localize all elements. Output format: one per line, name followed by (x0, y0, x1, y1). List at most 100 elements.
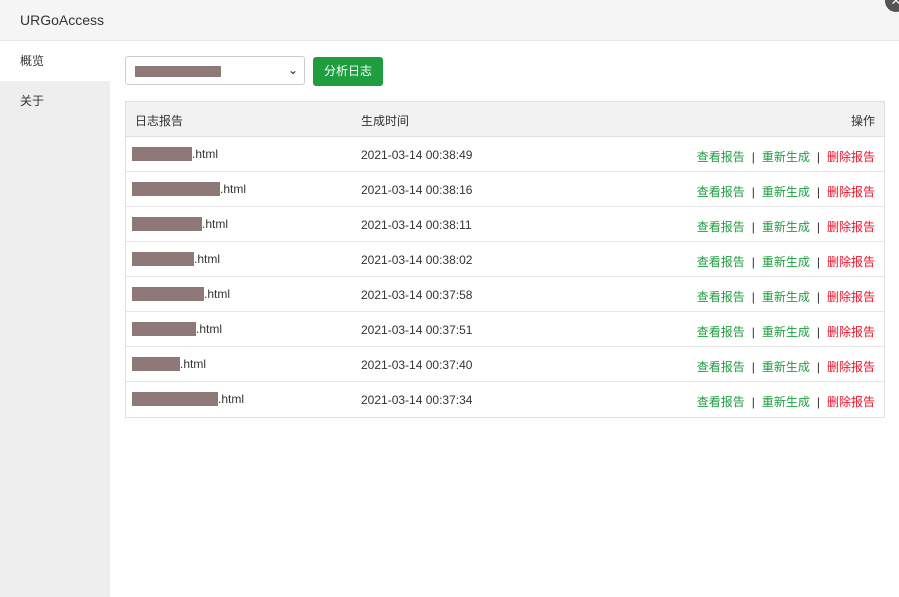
regenerate-link[interactable]: 重新生成 (762, 150, 810, 164)
filename-suffix: .html (220, 182, 247, 196)
row-actions: 查看报告 | 重新生成 | 删除报告 (697, 288, 875, 305)
report-filename: .html (132, 322, 222, 336)
regenerate-link[interactable]: 重新生成 (762, 185, 810, 199)
table-header: 日志报告 生成时间 操作 (126, 102, 884, 137)
redacted-text (132, 287, 204, 301)
separator: | (816, 255, 820, 269)
sidebar-item-label: 概览 (20, 54, 45, 68)
header-report: 日志报告 (135, 114, 184, 128)
separator: | (751, 150, 755, 164)
filename-suffix: .html (192, 147, 219, 161)
report-time: 2021-03-14 00:37:34 (361, 393, 473, 407)
report-time: 2021-03-14 00:38:16 (361, 183, 473, 197)
separator: | (751, 185, 755, 199)
report-filename: .html (132, 217, 228, 231)
report-time: 2021-03-14 00:38:11 (361, 218, 472, 232)
separator: | (751, 290, 755, 304)
report-time: 2021-03-14 00:37:40 (361, 358, 473, 372)
chevron-down-icon: ⌄ (287, 63, 298, 77)
log-file-select[interactable]: ⌄ (125, 56, 305, 85)
delete-report-link[interactable]: 删除报告 (827, 325, 875, 339)
redacted-text (132, 252, 194, 266)
row-actions: 查看报告 | 重新生成 | 删除报告 (697, 148, 875, 165)
sidebar-item-overview[interactable]: 概览 (0, 41, 110, 81)
delete-report-link[interactable]: 删除报告 (827, 255, 875, 269)
separator: | (816, 360, 820, 374)
table-row: .html 2021-03-14 00:37:40 查看报告 | 重新生成 | 删除报告 (126, 347, 884, 382)
view-report-link[interactable]: 查看报告 (697, 150, 745, 164)
row-actions: 查看报告 | 重新生成 | 删除报告 (697, 358, 875, 375)
report-table: 日志报告 生成时间 操作 .html 2021-03-14 00:38:49 查看报… (125, 101, 885, 418)
report-time: 2021-03-14 00:38:49 (361, 148, 473, 162)
separator: | (816, 150, 820, 164)
table-row: .html 2021-03-14 00:38:16 查看报告 | 重新生成 | 删除报告 (126, 172, 884, 207)
filename-suffix: .html (194, 252, 221, 266)
header-time: 生成时间 (361, 114, 410, 128)
table-row: .html 2021-03-14 00:37:58 查看报告 | 重新生成 | 删除报告 (126, 277, 884, 312)
separator: | (751, 325, 755, 339)
separator: | (816, 325, 820, 339)
row-actions: 查看报告 | 重新生成 | 删除报告 (697, 183, 875, 200)
filename-suffix: .html (196, 322, 223, 336)
main-panel: ⌄ 分析日志 日志报告 生成时间 操作 .html 2021-03-14 00:3… (110, 41, 899, 597)
redacted-text (132, 392, 218, 406)
separator: | (816, 220, 820, 234)
app-title: URGoAccess (20, 12, 105, 28)
view-report-link[interactable]: 查看报告 (697, 325, 745, 339)
row-actions: 查看报告 | 重新生成 | 删除报告 (697, 253, 875, 270)
analyze-log-button[interactable]: 分析日志 (313, 57, 383, 86)
redacted-text (132, 147, 192, 161)
regenerate-link[interactable]: 重新生成 (762, 290, 810, 304)
regenerate-link[interactable]: 重新生成 (762, 220, 810, 234)
redacted-text (135, 66, 221, 77)
title-bar: URGoAccess (0, 0, 899, 41)
report-filename: .html (132, 147, 218, 161)
table-row: .html 2021-03-14 00:38:02 查看报告 | 重新生成 | 删除报告 (126, 242, 884, 277)
filename-suffix: .html (180, 357, 207, 371)
sidebar-item-label: 关于 (20, 94, 45, 108)
view-report-link[interactable]: 查看报告 (697, 255, 745, 269)
regenerate-link[interactable]: 重新生成 (762, 255, 810, 269)
report-time: 2021-03-14 00:37:51 (361, 323, 473, 337)
delete-report-link[interactable]: 删除报告 (827, 185, 875, 199)
report-filename: .html (132, 252, 220, 266)
redacted-text (132, 182, 220, 196)
report-time: 2021-03-14 00:37:58 (361, 288, 473, 302)
delete-report-link[interactable]: 删除报告 (827, 290, 875, 304)
filename-suffix: .html (204, 287, 231, 301)
redacted-text (132, 217, 202, 231)
regenerate-link[interactable]: 重新生成 (762, 325, 810, 339)
separator: | (751, 220, 755, 234)
table-row: .html 2021-03-14 00:37:34 查看报告 | 重新生成 | 删除报告 (126, 382, 884, 417)
view-report-link[interactable]: 查看报告 (697, 360, 745, 374)
separator: | (816, 290, 820, 304)
filename-suffix: .html (202, 217, 229, 231)
view-report-link[interactable]: 查看报告 (697, 220, 745, 234)
regenerate-link[interactable]: 重新生成 (762, 360, 810, 374)
regenerate-link[interactable]: 重新生成 (762, 395, 810, 409)
view-report-link[interactable]: 查看报告 (697, 395, 745, 409)
separator: | (816, 395, 820, 409)
redacted-text (132, 357, 180, 371)
sidebar-item-about[interactable]: 关于 (0, 81, 110, 121)
report-filename: .html (132, 357, 206, 371)
report-filename: .html (132, 392, 244, 406)
delete-report-link[interactable]: 删除报告 (827, 360, 875, 374)
separator: | (816, 185, 820, 199)
filename-suffix: .html (218, 392, 245, 406)
row-actions: 查看报告 | 重新生成 | 删除报告 (697, 323, 875, 340)
separator: | (751, 255, 755, 269)
view-report-link[interactable]: 查看报告 (697, 185, 745, 199)
header-ops: 操作 (850, 114, 875, 128)
delete-report-link[interactable]: 删除报告 (827, 395, 875, 409)
delete-report-link[interactable]: 删除报告 (827, 220, 875, 234)
table-row: .html 2021-03-14 00:37:51 查看报告 | 重新生成 | 删除报告 (126, 312, 884, 347)
sidebar: 概览 关于 (0, 41, 110, 597)
delete-report-link[interactable]: 删除报告 (827, 150, 875, 164)
redacted-text (132, 322, 196, 336)
separator: | (751, 395, 755, 409)
separator: | (751, 360, 755, 374)
view-report-link[interactable]: 查看报告 (697, 290, 745, 304)
report-filename: .html (132, 182, 246, 196)
report-filename: .html (132, 287, 230, 301)
